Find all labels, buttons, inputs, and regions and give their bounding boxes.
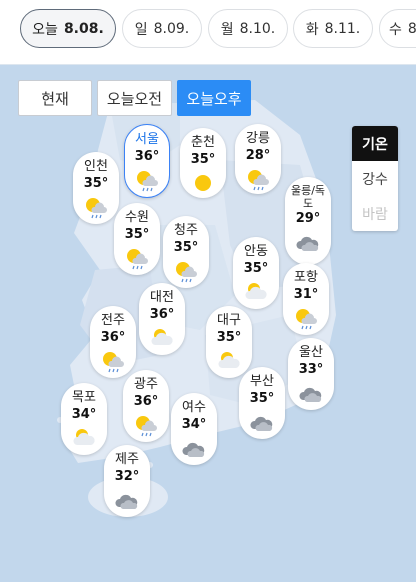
- partly-cloudy-icon: [245, 283, 267, 299]
- mode-wind-button[interactable]: 바람: [352, 196, 398, 231]
- sun-icon: [195, 175, 211, 191]
- city-pin[interactable]: 인천 35°: [73, 152, 119, 224]
- city-name: 대전: [150, 290, 174, 305]
- city-name: 목포: [72, 390, 96, 405]
- city-pin[interactable]: 울산 33°: [288, 338, 334, 410]
- city-pin[interactable]: 강릉 28°: [235, 124, 281, 194]
- city-temperature: 35°: [190, 152, 216, 167]
- city-pin[interactable]: 안동 35°: [233, 237, 279, 309]
- date-tab-1[interactable]: 일 8.09.: [122, 9, 202, 48]
- city-temperature: 36°: [149, 307, 175, 322]
- city-name: 여수: [182, 400, 206, 415]
- date-tab-day: 화: [305, 21, 319, 38]
- cloud-icon: [115, 494, 138, 509]
- date-tab-bar: 오늘 8.08. 일 8.09. 월 8.10. 화 8.11. 수 8.: [0, 0, 416, 62]
- city-temperature: 34°: [71, 407, 97, 422]
- map-mode-panel: 기온 강수 바람: [352, 126, 398, 231]
- partly-cloudy-icon: [73, 429, 95, 445]
- date-tab-date: 8.10.: [239, 20, 276, 37]
- city-temperature: 32°: [114, 469, 140, 484]
- sun-rain-icon: [127, 249, 148, 270]
- date-tab-date: 8.08.: [63, 20, 104, 37]
- date-tab-day: 수: [389, 21, 402, 38]
- partly-cloudy-icon: [218, 352, 240, 368]
- city-name: 포항: [294, 270, 318, 285]
- city-pin[interactable]: 청주 35°: [163, 216, 209, 288]
- sun-rain-icon: [103, 352, 124, 373]
- date-tab-day: 월: [220, 21, 234, 38]
- date-tab-2[interactable]: 월 8.10.: [208, 9, 288, 48]
- cloud-icon: [250, 416, 273, 431]
- date-tab-4[interactable]: 수 8.: [379, 9, 416, 48]
- city-pin[interactable]: 서울 36°: [124, 124, 170, 198]
- date-tab-date: 8.09.: [153, 20, 190, 37]
- city-temperature: 31°: [293, 287, 319, 302]
- cloud-icon: [299, 387, 322, 402]
- city-temperature: 35°: [249, 391, 275, 406]
- city-name: 안동: [244, 244, 268, 259]
- city-pin[interactable]: 제주 32°: [104, 445, 150, 517]
- city-name: 울산: [299, 345, 323, 360]
- city-name: 전주: [101, 313, 125, 328]
- city-temperature: 34°: [181, 417, 207, 432]
- city-temperature: 35°: [216, 330, 242, 345]
- city-name: 수원: [125, 210, 149, 225]
- cloud-icon: [182, 442, 205, 457]
- city-name: 부산: [250, 374, 274, 389]
- city-name: 광주: [134, 377, 158, 392]
- city-temperature: 28°: [245, 148, 271, 163]
- city-pin[interactable]: 수원 35°: [114, 203, 160, 275]
- city-pin[interactable]: 목포 34°: [61, 383, 107, 455]
- sun-rain-icon: [248, 170, 269, 191]
- sun-rain-icon: [176, 262, 197, 283]
- city-pin[interactable]: 울릉/독도 29°: [285, 177, 331, 265]
- sun-rain-icon: [136, 416, 157, 437]
- city-name: 강릉: [246, 131, 270, 146]
- city-pin[interactable]: 대전 36°: [139, 283, 185, 355]
- city-temperature: 29°: [295, 211, 321, 226]
- city-temperature: 36°: [133, 394, 159, 409]
- date-tab-3[interactable]: 화 8.11.: [293, 9, 373, 48]
- time-button-afternoon[interactable]: 오늘오후: [177, 80, 251, 116]
- city-pin[interactable]: 광주 36°: [123, 370, 169, 442]
- date-tab-date: 8.11.: [324, 20, 361, 37]
- city-temperature: 36°: [134, 149, 160, 164]
- city-name: 대구: [217, 313, 241, 328]
- city-pin[interactable]: 여수 34°: [171, 393, 217, 465]
- city-name: 서울: [135, 132, 159, 147]
- city-temperature: 36°: [100, 330, 126, 345]
- city-pin[interactable]: 대구 35°: [206, 306, 252, 378]
- city-name: 청주: [174, 223, 198, 238]
- cloud-icon: [296, 236, 319, 251]
- city-temperature: 35°: [124, 227, 150, 242]
- city-pin[interactable]: 전주 36°: [90, 306, 136, 378]
- city-temperature: 35°: [243, 261, 269, 276]
- city-temperature: 35°: [173, 240, 199, 255]
- date-tab-date: 8.: [407, 20, 416, 37]
- city-pin[interactable]: 포항 31°: [283, 263, 329, 335]
- city-pin[interactable]: 부산 35°: [239, 367, 285, 439]
- city-temperature: 33°: [298, 362, 324, 377]
- mode-temperature-button[interactable]: 기온: [352, 126, 398, 161]
- date-tab-0[interactable]: 오늘 8.08.: [20, 9, 116, 48]
- date-tab-day: 일: [134, 21, 148, 38]
- time-button-morning[interactable]: 오늘오전: [97, 80, 172, 116]
- city-temperature: 35°: [83, 176, 109, 191]
- city-name: 춘천: [191, 135, 215, 150]
- city-name: 제주: [115, 452, 139, 467]
- date-tab-day: 오늘: [32, 21, 58, 38]
- weather-map[interactable]: 현재 오늘오전 오늘오후 기온 강수 바람 서울 36° 춘천 35° 강릉 28° 인천 3…: [0, 64, 416, 582]
- sun-rain-icon: [86, 198, 107, 219]
- city-name: 울릉/독도: [290, 184, 326, 210]
- time-button-now[interactable]: 현재: [18, 80, 92, 116]
- partly-cloudy-icon: [151, 329, 173, 345]
- sun-rain-icon: [296, 309, 317, 330]
- city-name: 인천: [84, 159, 108, 174]
- city-pin[interactable]: 춘천 35°: [180, 128, 226, 198]
- mode-precipitation-button[interactable]: 강수: [352, 161, 398, 196]
- sun-rain-icon: [137, 171, 158, 192]
